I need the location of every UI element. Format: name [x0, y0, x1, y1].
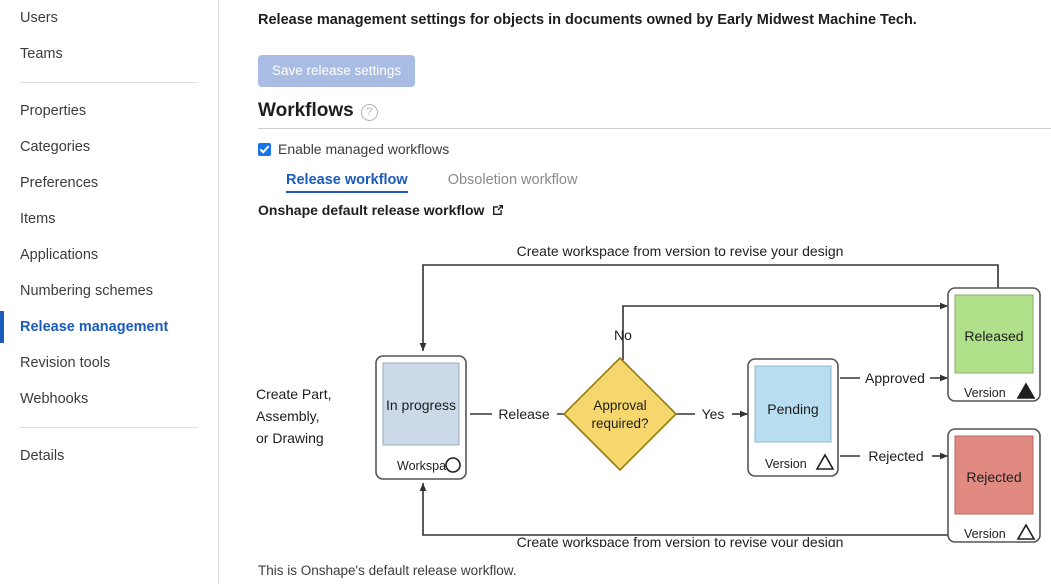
tab-release-workflow[interactable]: Release workflow: [286, 172, 408, 193]
sidebar-divider-2: [20, 427, 198, 428]
sidebar-item-numbering-schemes[interactable]: Numbering schemes: [0, 273, 218, 309]
sidebar-item-label: Applications: [20, 247, 99, 263]
sidebar-group-2: Properties Categories Preferences Items …: [0, 93, 218, 417]
node-label: In progress: [386, 397, 456, 413]
sidebar-item-label: Categories: [20, 139, 91, 155]
sidebar-item-properties[interactable]: Properties: [0, 93, 218, 129]
sidebar-group-1: Users Teams: [0, 0, 218, 72]
workspace-circle-icon: [445, 457, 461, 473]
node-label: Released: [964, 328, 1023, 344]
sidebar-item-label: Release management: [20, 319, 169, 335]
sidebar-item-items[interactable]: Items: [0, 201, 218, 237]
edge-label-release: Release: [498, 406, 550, 422]
sidebar-item-label: Webhooks: [20, 391, 89, 407]
sidebar-item-applications[interactable]: Applications: [0, 237, 218, 273]
node-released: Released Version: [947, 287, 1041, 402]
enable-managed-workflows-row[interactable]: Enable managed workflows: [258, 141, 449, 157]
sidebar-item-release-management[interactable]: Release management: [0, 309, 218, 345]
enable-managed-workflows-label: Enable managed workflows: [278, 141, 450, 157]
sidebar-item-categories[interactable]: Categories: [0, 129, 218, 165]
workflow-tabs: Release workflow Obsoletion workflow: [286, 172, 577, 193]
edge-label-start-line1: Create Part,: [256, 386, 331, 402]
sidebar-item-revision-tools[interactable]: Revision tools: [0, 345, 218, 381]
main-content: Release management settings for objects …: [220, 0, 1051, 584]
node-rejected: Rejected Version: [947, 428, 1041, 543]
edge-no-branch: [622, 302, 948, 360]
save-release-settings-button[interactable]: Save release settings: [258, 55, 416, 87]
edge-label-start-line2: Assembly,: [256, 408, 320, 424]
enable-managed-workflows-checkbox[interactable]: [258, 142, 271, 156]
node-in-progress: In progress Workspace: [375, 355, 467, 480]
sidebar-item-webhooks[interactable]: Webhooks: [0, 381, 218, 417]
question-mark-icon[interactable]: ?: [360, 103, 378, 121]
node-sublabel: Version: [765, 457, 807, 471]
page-description: Release management settings for objects …: [258, 12, 917, 28]
sidebar-item-label: Items: [20, 211, 56, 227]
edge-revise-top: [419, 264, 999, 351]
workflow-name-row: Onshape default release workflow: [258, 202, 505, 218]
workflow-name: Onshape default release workflow: [258, 202, 485, 218]
edge-label-revise-bottom: Create workspace from version to revise …: [517, 534, 844, 547]
node-label-line1: Approval: [593, 398, 646, 413]
sidebar-item-label: Users: [20, 10, 58, 26]
node-pending: Pending Version: [747, 358, 839, 477]
tab-obsoletion-workflow[interactable]: Obsoletion workflow: [448, 172, 578, 191]
node-approval-required: Approval required?: [562, 356, 678, 472]
node-sublabel: Version: [964, 386, 1006, 400]
node-label: Pending: [767, 401, 818, 417]
edge-label-rejected: Rejected: [868, 448, 923, 464]
edge-revise-bottom: [419, 483, 948, 536]
sidebar-item-label: Details: [20, 448, 65, 464]
active-indicator-bar: [0, 311, 4, 343]
external-link-icon[interactable]: [491, 203, 505, 217]
sidebar-item-details[interactable]: Details: [0, 438, 218, 474]
sidebar-item-preferences[interactable]: Preferences: [0, 165, 218, 201]
release-workflow-diagram: In progress Workspace Approval required?…: [220, 232, 1051, 550]
node-label-line2: required?: [591, 416, 648, 431]
workflow-footnote: This is Onshape's default release workfl…: [258, 563, 517, 578]
workflow-diagram-svg: In progress Workspace Approval required?…: [256, 243, 1041, 550]
node-label: Rejected: [966, 469, 1021, 485]
edge-label-revise-top: Create workspace from version to revise …: [517, 243, 844, 259]
sidebar-divider-1: [20, 82, 198, 83]
workflows-section-header: Workflows?: [258, 100, 1051, 129]
sidebar-item-users[interactable]: Users: [0, 0, 218, 36]
edge-label-no: No: [614, 327, 632, 343]
edge-label-approved: Approved: [865, 370, 925, 386]
sidebar: Users Teams Properties Categories Prefer…: [0, 0, 219, 584]
sidebar-group-3: Details: [0, 438, 218, 474]
sidebar-item-teams[interactable]: Teams: [0, 36, 218, 72]
edge-label-yes: Yes: [702, 406, 725, 422]
section-title: Workflows: [258, 100, 354, 121]
node-sublabel: Version: [964, 527, 1006, 541]
sidebar-item-label: Preferences: [20, 175, 99, 191]
release-management-page: Users Teams Properties Categories Prefer…: [0, 0, 1051, 584]
sidebar-item-label: Properties: [20, 103, 87, 119]
sidebar-item-label: Revision tools: [20, 355, 111, 371]
edge-label-start-line3: or Drawing: [256, 430, 324, 446]
sidebar-item-label: Teams: [20, 46, 63, 62]
sidebar-item-label: Numbering schemes: [20, 283, 153, 299]
